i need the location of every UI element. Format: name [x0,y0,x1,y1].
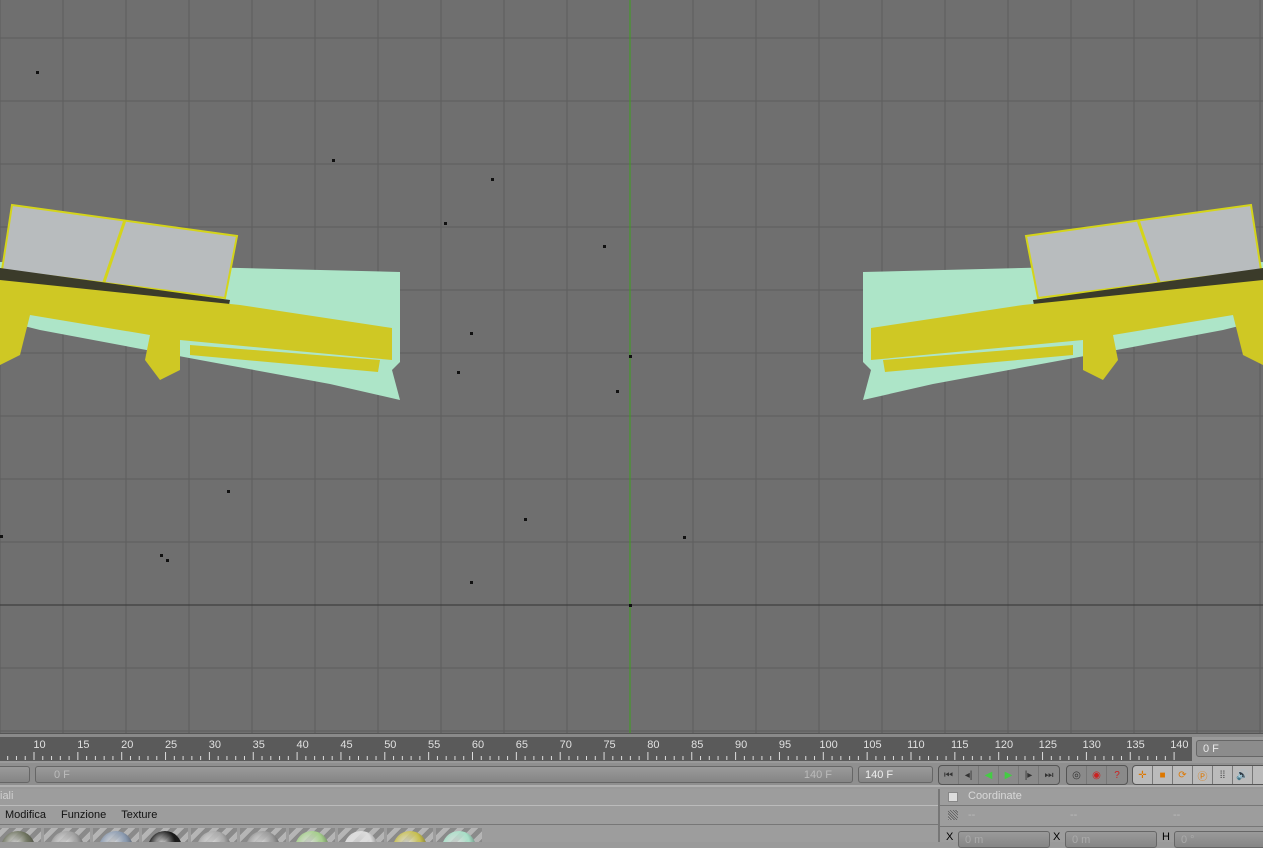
ruler-label: 130 [1083,739,1101,751]
ruler-label: 45 [340,739,352,751]
material-swatch[interactable] [191,828,237,842]
model-right [861,203,1263,402]
material-swatch[interactable] [44,828,90,842]
ruler-label: 85 [691,739,703,751]
materials-menu: Modifica Funzione Texture [0,805,938,825]
material-sphere-icon [442,831,476,842]
material-sphere-icon [148,831,182,842]
menu-texture[interactable]: Texture [121,809,157,821]
material-swatch[interactable] [387,828,433,842]
record-icon[interactable]: ◉ [1087,766,1107,784]
play-backward-icon[interactable]: ◀ [979,766,999,784]
pos-x-label: X [946,831,954,843]
ruler-label: 70 [560,739,572,751]
material-swatch[interactable] [240,828,286,842]
ruler-label: 30 [209,739,221,751]
grip-icon [948,810,958,820]
go-start-icon[interactable]: ⏮ [939,766,959,784]
coordinates-panel: Coordinate -- -- -- X 0 m X 0 m H 0 ° [938,789,1263,848]
menu-modifica[interactable]: Modifica [5,809,46,821]
material-swatch[interactable] [338,828,384,842]
ruler-label: 75 [603,739,615,751]
ruler-label: 25 [165,739,177,751]
range-start: 0 F [54,769,70,781]
ruler-label: 105 [863,739,881,751]
dash: -- [1070,809,1078,821]
scale-icon[interactable]: ■ [1153,766,1173,784]
record-controls: ◎ ◉ ? [1066,765,1128,785]
autokey-icon[interactable]: ? [1107,766,1127,784]
range-end: 140 F [803,769,832,781]
ruler-label: 110 [907,739,925,751]
ruler-label: 90 [735,739,747,751]
material-sphere-icon [1,831,35,842]
range-slider[interactable]: 0 F 140 F [35,766,853,783]
dash: -- [968,809,976,821]
size-x-label: X [1053,831,1061,843]
go-end-icon[interactable]: ⏭ [1039,766,1059,784]
points-icon[interactable]: ⁞⁞ [1213,766,1233,784]
3d-viewport[interactable] [0,0,1263,733]
ruler-label: 35 [253,739,265,751]
ruler-label: 125 [1039,739,1057,751]
ruler-label: 100 [819,739,837,751]
ruler-label: 80 [647,739,659,751]
material-sphere-icon [246,831,280,842]
materials-title: iali [0,790,14,802]
material-sphere-icon [344,831,378,842]
start-frame-field[interactable] [0,766,30,783]
transport-controls: ⏮ ◂| ◀ ▶ |▸ ⏭ [938,765,1060,785]
panel-checkbox[interactable] [948,792,958,802]
ruler-label: 10 [33,739,45,751]
material-sphere-icon [197,831,231,842]
move-icon[interactable]: ✛ [1133,766,1153,784]
ruler-label: 50 [384,739,396,751]
max-frame-field[interactable]: 140 F [858,766,933,783]
ruler-label: 65 [516,739,528,751]
material-sphere-icon [99,831,133,842]
rot-h-label: H [1162,831,1170,843]
param-icon[interactable]: Ⓟ [1193,766,1213,784]
material-swatch[interactable] [93,828,139,842]
ruler-label: 95 [779,739,791,751]
material-sphere-icon [50,831,84,842]
size-x-field[interactable]: 0 m [1065,831,1157,848]
key-mode-controls: ✛ ■ ⟳ Ⓟ ⁞⁞ 🔊 [1132,765,1263,785]
ruler-label: 120 [995,739,1013,751]
material-sphere-icon [393,831,427,842]
material-swatch[interactable] [289,828,335,842]
rotate-icon[interactable]: ⟳ [1173,766,1193,784]
model-left [0,203,400,400]
pos-x-field[interactable]: 0 m [958,831,1050,848]
viewport-canvas [0,0,1263,733]
material-swatch[interactable] [436,828,482,842]
ruler-label: 55 [428,739,440,751]
ruler-label: 135 [1126,739,1144,751]
play-forward-icon[interactable]: ▶ [999,766,1019,784]
material-swatch[interactable] [142,828,188,842]
menu-funzione[interactable]: Funzione [61,809,106,821]
timeline-ruler[interactable]: 5101520253035404550556065707580859095100… [0,737,1192,761]
ruler-label: 40 [297,739,309,751]
keyframe-icon[interactable]: ◎ [1067,766,1087,784]
sound-icon[interactable]: 🔊 [1233,766,1253,784]
timeline-controls: 0 F 140 F 140 F ⏮ ◂| ◀ ▶ |▸ ⏭ ◎ ◉ ? ✛ ■ … [0,763,1263,787]
current-frame-field[interactable]: 0 F [1196,740,1263,757]
next-key-icon[interactable]: |▸ [1019,766,1039,784]
material-sphere-icon [295,831,329,842]
prev-key-icon[interactable]: ◂| [959,766,979,784]
ruler-label: 20 [121,739,133,751]
material-swatch[interactable] [0,828,41,842]
ruler-label: 60 [472,739,484,751]
rot-h-field[interactable]: 0 ° [1174,831,1263,848]
ruler-label: 115 [951,739,969,751]
ruler-label: 15 [77,739,89,751]
dash: -- [1173,809,1181,821]
coordinates-title: Coordinate [968,790,1022,802]
ruler-label: 140 [1170,739,1188,751]
